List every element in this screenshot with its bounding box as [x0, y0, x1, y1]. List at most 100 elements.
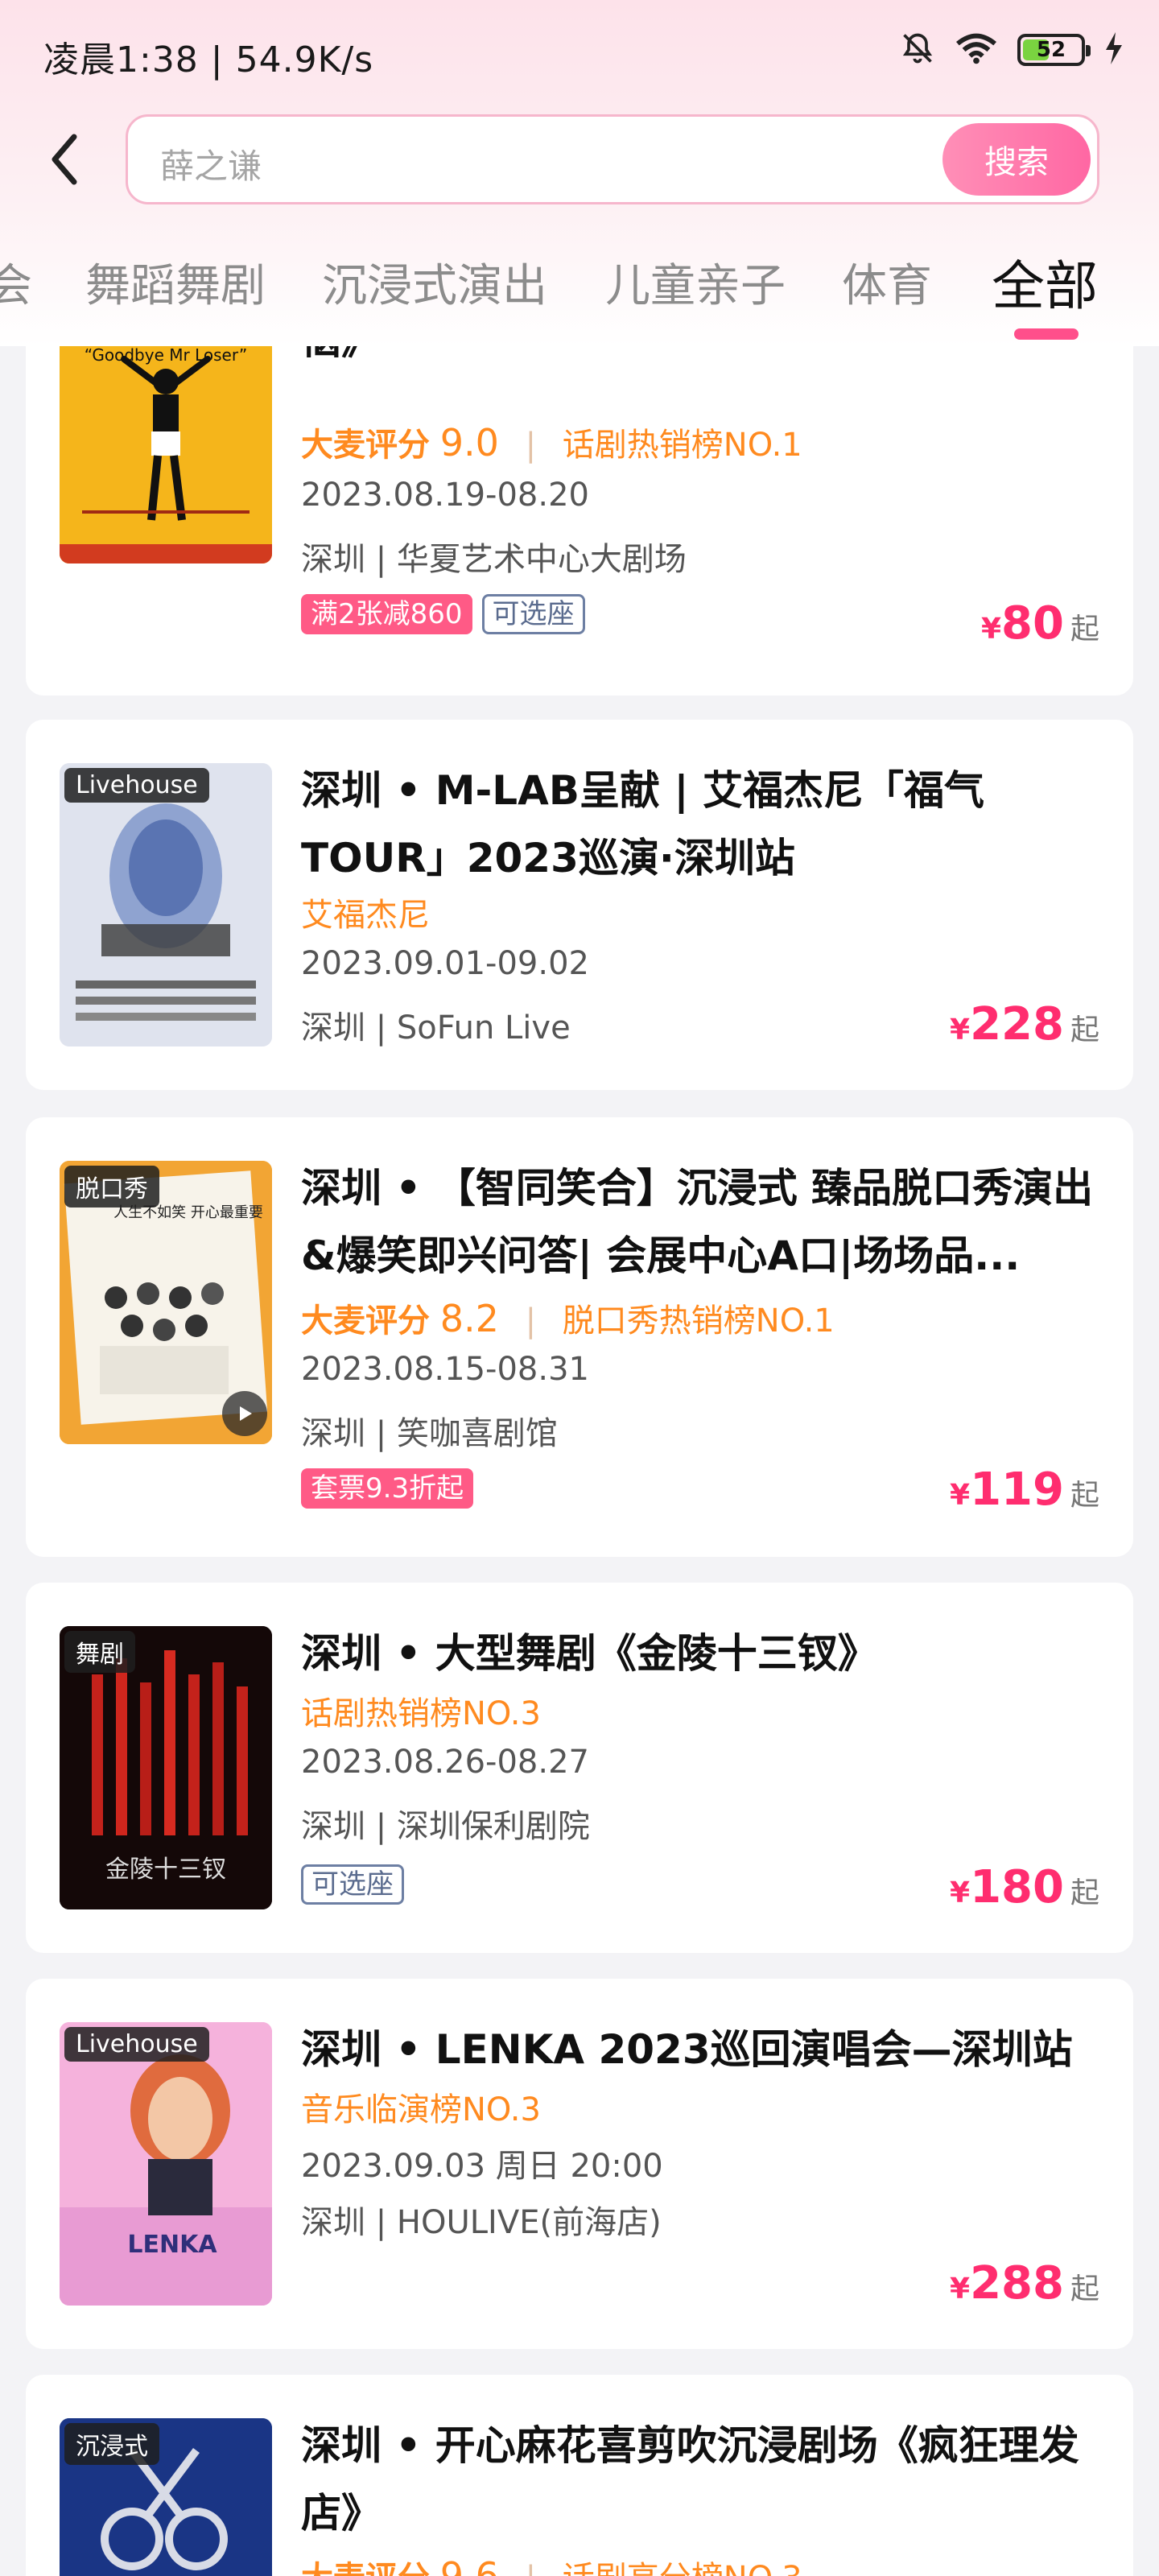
chevron-left-icon: [52, 134, 77, 185]
battery-icon: 52: [1017, 34, 1091, 66]
event-date: 2023.08.26-08.27: [301, 1744, 589, 1781]
price-amount: 180: [970, 1861, 1064, 1913]
rank-label: 话剧高分榜NO.3: [563, 2560, 802, 2576]
status-time: 凌晨1:38 | 54.9K/s: [43, 39, 374, 80]
tab-dance[interactable]: 舞蹈舞剧: [85, 250, 266, 315]
price-currency: ¥: [950, 1876, 971, 1909]
poster-artwork: [60, 763, 272, 1046]
price-suffix: 起: [1070, 1013, 1099, 1046]
event-card[interactable]: 金陵十三钗 舞剧 深圳 • 大型舞剧《金陵十三钗》 话剧热销榜NO.3 2023…: [26, 1583, 1133, 1953]
event-card[interactable]: 沉浸式 深圳 • 开心麻花喜剪吹沉浸剧场《疯狂理发店》 大麦评分 9.6 | 话…: [26, 2375, 1133, 2576]
event-title[interactable]: 深圳 • 【智同笑合】沉浸式 臻品脱口秀演出&爆笑即兴问答| 会展中心A口|场场…: [301, 1154, 1098, 1290]
event-price: ¥180 起: [950, 1861, 1099, 1913]
price-suffix: 起: [1070, 1479, 1099, 1512]
event-venue: 深圳 | 笑咖喜剧馆: [301, 1415, 558, 1452]
active-tab-indicator: [1014, 328, 1079, 340]
event-card[interactable]: LENKA Livehouse 深圳 • LENKA 2023巡回演唱会—深圳站…: [26, 1979, 1133, 2349]
event-date: 2023.08.15-08.31: [301, 1351, 589, 1388]
event-venue: 深圳 | SoFun Live: [301, 1009, 571, 1046]
search-button[interactable]: 搜索: [942, 123, 1091, 196]
tab-concert[interactable]: 会: [0, 250, 32, 315]
category-badge: 沉浸式: [64, 2423, 159, 2465]
status-bar: 凌晨1:38 | 54.9K/s 52: [0, 0, 1159, 105]
mute-icon: [900, 31, 935, 69]
tab-all[interactable]: 全部: [992, 243, 1098, 320]
price-amount: 80: [1001, 597, 1064, 650]
discount-tag: 满2张减860: [301, 594, 472, 634]
event-poster[interactable]: 金陵十三钗 舞剧: [60, 1626, 272, 1909]
price-suffix: 起: [1070, 2273, 1099, 2306]
search-bar: 薛之谦 搜索: [0, 105, 1159, 217]
event-price: ¥119 起: [950, 1463, 1099, 1516]
category-badge: 舞剧: [64, 1631, 135, 1673]
event-price: ¥80 起: [981, 597, 1099, 650]
rating-value: 9.0: [439, 421, 499, 464]
meta-divider: |: [525, 1302, 537, 1340]
event-card[interactable]: 人生不如笑 开心最重要 脱口秀 深圳 • 【智同笑合】沉浸式 臻品脱口秀演出&爆…: [26, 1117, 1133, 1557]
event-date: 2023.09.01-09.02: [301, 945, 589, 982]
category-badge: Livehouse: [64, 768, 209, 803]
event-rating: 大麦评分 9.6 | 话剧高分榜NO.3: [301, 2552, 802, 2576]
rating-label: 大麦评分: [301, 427, 430, 464]
event-poster[interactable]: LENKA Livehouse: [60, 2022, 272, 2306]
poster-caption: 金陵十三钗: [105, 1856, 226, 1884]
tab-immersive[interactable]: 沉浸式演出: [322, 250, 547, 315]
seat-select-tag: 可选座: [301, 1864, 404, 1905]
price-amount: 228: [970, 998, 1064, 1051]
search-input[interactable]: 薛之谦: [160, 139, 262, 188]
price-currency: ¥: [950, 1013, 971, 1046]
event-date: 2023.08.19-08.20: [301, 477, 589, 514]
page-header: 凌晨1:38 | 54.9K/s 52 薛之谦 搜索 会 舞蹈舞剧 沉浸式演出 …: [0, 0, 1159, 346]
event-title[interactable]: 深圳 • M-LAB呈献 | 艾福杰尼「福气TOUR」2023巡演·深圳站: [301, 757, 1098, 892]
event-title[interactable]: 深圳 • LENKA 2023巡回演唱会—深圳站: [301, 2016, 1098, 2083]
price-suffix: 起: [1070, 613, 1099, 646]
rank-label: 话剧热销榜NO.1: [562, 427, 802, 464]
price-currency: ¥: [980, 613, 1002, 646]
event-title[interactable]: 深圳 • 开心麻花喜剪吹沉浸剧场《疯狂理发店》: [301, 2412, 1098, 2547]
category-tabs: 会 舞蹈舞剧 沉浸式演出 儿童亲子 体育 全部: [0, 242, 1159, 346]
event-card[interactable]: Livehouse 深圳 • M-LAB呈献 | 艾福杰尼「福气TOUR」202…: [26, 720, 1133, 1090]
event-title[interactable]: 深圳 • 大型舞剧《金陵十三钗》: [301, 1620, 1098, 1687]
event-feed[interactable]: “Goodbye Mr Loser” 恼》 大麦评分 9.0 | 话剧热销榜NO…: [0, 0, 1159, 2576]
event-rating: 大麦评分 9.0 | 话剧热销榜NO.1: [301, 419, 802, 465]
rank-label: 话剧热销榜NO.3: [301, 1695, 541, 1732]
wifi-icon: [955, 31, 998, 69]
battery-level: 52: [1036, 38, 1066, 62]
search-field[interactable]: 薛之谦 搜索: [126, 114, 1099, 204]
price-amount: 119: [970, 1463, 1064, 1516]
discount-tag: 套票9.3折起: [301, 1468, 474, 1509]
charging-icon: [1104, 32, 1124, 68]
event-venue: 深圳 | 华夏艺术中心大剧场: [301, 541, 687, 578]
event-venue: 深圳 | 深圳保利剧院: [301, 1808, 590, 1845]
meta-divider: |: [525, 427, 537, 464]
price-amount: 288: [970, 2257, 1064, 2310]
event-poster[interactable]: Livehouse: [60, 763, 272, 1046]
event-venue: 深圳 | HOULIVE(前海店): [301, 2204, 662, 2241]
rating-label: 大麦评分: [301, 1302, 430, 1340]
poster-caption: LENKA: [127, 2231, 217, 2259]
tag-list: 满2张减860 可选座: [301, 594, 585, 634]
event-poster[interactable]: 人生不如笑 开心最重要 脱口秀: [60, 1161, 272, 1444]
event-card[interactable]: “Goodbye Mr Loser” 恼》 大麦评分 9.0 | 话剧热销榜NO…: [26, 306, 1133, 696]
rating-value: 8.2: [439, 1297, 499, 1340]
event-poster[interactable]: 沉浸式: [60, 2418, 272, 2576]
price-currency: ¥: [950, 2273, 971, 2306]
poster-caption: “Goodbye Mr Loser”: [85, 345, 248, 365]
rank-label: 脱口秀热销榜NO.1: [562, 1302, 835, 1340]
event-rating: 大麦评分 8.2 | 脱口秀热销榜NO.1: [301, 1294, 835, 1341]
back-button[interactable]: [32, 127, 97, 192]
meta-divider: |: [526, 2560, 536, 2576]
tag-list: 套票9.3折起: [301, 1468, 474, 1509]
tab-sports[interactable]: 体育: [842, 250, 932, 315]
category-badge: Livehouse: [64, 2027, 209, 2062]
seat-select-tag: 可选座: [481, 594, 585, 634]
rating-value: 9.6: [439, 2554, 499, 2576]
tab-kids[interactable]: 儿童亲子: [605, 250, 786, 315]
event-artist: 艾福杰尼: [301, 897, 430, 934]
event-price: ¥288 起: [950, 2257, 1099, 2310]
price-suffix: 起: [1070, 1876, 1099, 1909]
poster-artwork: LENKA: [60, 2022, 272, 2306]
play-icon[interactable]: [222, 1391, 267, 1436]
price-currency: ¥: [950, 1479, 971, 1512]
rank-label: 音乐临演榜NO.3: [301, 2091, 541, 2128]
